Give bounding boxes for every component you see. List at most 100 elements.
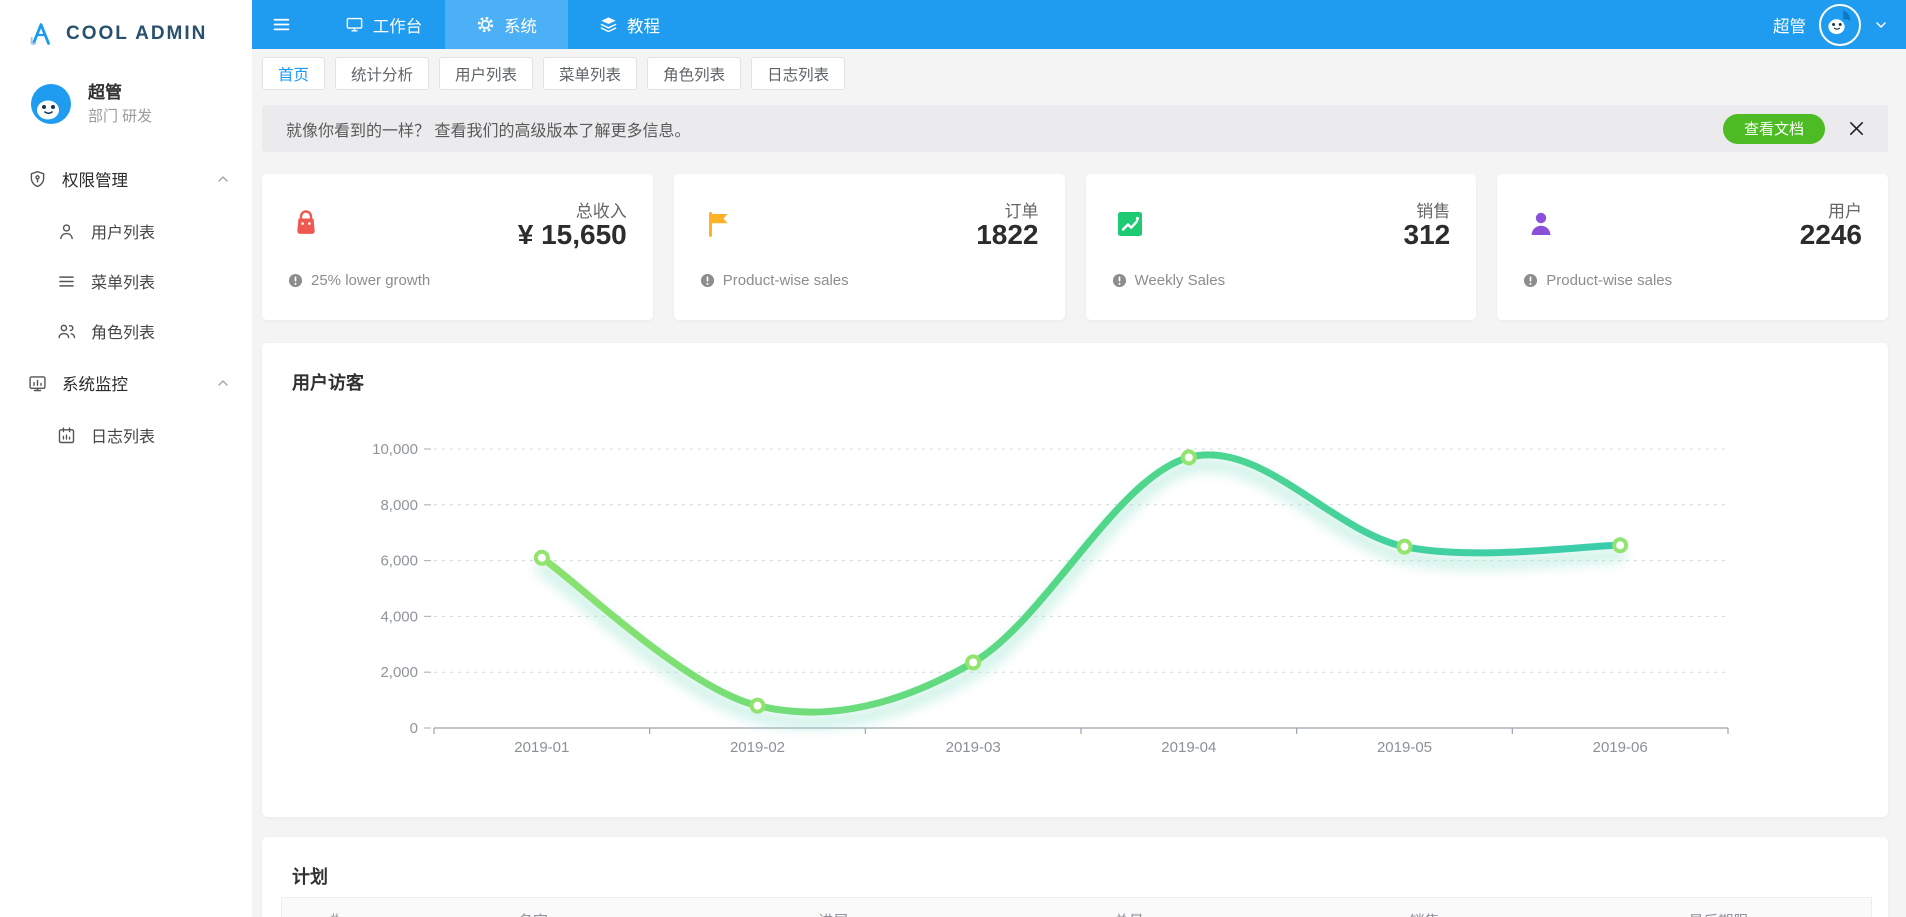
- plan-column-name: 名字: [518, 910, 548, 917]
- svg-text:2019-03: 2019-03: [946, 739, 1001, 756]
- layers-icon: [599, 15, 618, 34]
- chevron-up-icon: [216, 376, 230, 390]
- sidebar-group-permissions[interactable]: 权限管理: [0, 152, 252, 206]
- logo[interactable]: COOL ADMIN: [0, 0, 252, 54]
- view-docs-button[interactable]: 查看文档: [1722, 113, 1825, 144]
- svg-text:2019-02: 2019-02: [730, 739, 785, 756]
- page-tab-menu-list[interactable]: 菜单列表: [543, 57, 638, 90]
- sidebar-menu: 权限管理 用户列表 菜单列表 角色列表 系统监控 日志列表: [0, 152, 252, 460]
- svg-text:2019-05: 2019-05: [1377, 739, 1432, 756]
- stat-cards-row: 总收入 ¥ 15,650 25% lower growth 订单 1822 Pr…: [262, 174, 1888, 320]
- info-icon: [700, 273, 715, 288]
- logo-icon: [26, 19, 56, 49]
- sidebar-group-label: 权限管理: [62, 172, 128, 190]
- calendar-icon: [56, 425, 77, 446]
- notice-bar: 就像你看到的一样？ 查看我们的高级版本了解更多信息。 查看文档: [262, 105, 1888, 152]
- nav-tab-workbench[interactable]: 工作台: [322, 0, 445, 49]
- navbar-avatar[interactable]: [1819, 3, 1861, 46]
- sidebar-group-monitoring[interactable]: 系统监控: [0, 356, 252, 410]
- user-icon: [56, 221, 77, 242]
- shield-icon: [27, 169, 48, 190]
- svg-text:8,000: 8,000: [380, 497, 418, 514]
- svg-text:4,000: 4,000: [380, 608, 418, 625]
- top-navbar: 工作台 系统 教程 超管: [252, 0, 1906, 49]
- svg-text:2019-01: 2019-01: [514, 739, 569, 756]
- svg-text:2019-06: 2019-06: [1593, 739, 1648, 756]
- chart-title: 用户访客: [292, 373, 364, 393]
- sidebar-item-log-list[interactable]: 日志列表: [0, 410, 252, 460]
- plan-column-index: #: [330, 910, 338, 917]
- sidebar-item-label: 用户列表: [91, 225, 156, 242]
- stat-card-sales: 销售 312 Weekly Sales: [1085, 174, 1477, 320]
- stat-value: 312: [1403, 219, 1451, 250]
- page-tab-user-list[interactable]: 用户列表: [439, 57, 534, 90]
- monitor-icon: [345, 15, 364, 34]
- stat-value: 2246: [1799, 219, 1862, 250]
- stat-card-orders: 订单 1822 Product-wise sales: [673, 174, 1065, 320]
- menu-lines-icon: [56, 271, 77, 292]
- plan-column-deadline: 最后期限: [1688, 910, 1748, 917]
- info-icon: [1112, 273, 1127, 288]
- plan-title: 计划: [292, 867, 328, 887]
- user-department: 部门 研发: [88, 107, 153, 125]
- nav-tab-label: 教程: [627, 17, 660, 36]
- dashboard-page: COOL ADMIN 超管 部门 研发 权限管理 用户列表 菜单列表 角色列表 …: [0, 0, 1906, 917]
- monitor-chart-icon: [27, 373, 48, 394]
- stat-value: ¥ 15,650: [517, 219, 627, 250]
- nav-tab-label: 工作台: [372, 17, 423, 36]
- person-icon: [1523, 206, 1559, 242]
- visitors-chart-card: 用户访客 0 2,000 4,000 6,000 8,000 10,000 2019-01 2…: [262, 343, 1888, 817]
- svg-text:2,000: 2,000: [380, 664, 418, 681]
- navbar-username: 超管: [1773, 17, 1806, 36]
- line-chart: 0 2,000 4,000 6,000 8,000 10,000 2019-01 2019-0…: [262, 403, 1889, 803]
- page-tabs-bar: 首页 统计分析 用户列表 菜单列表 角色列表 日志列表: [262, 57, 1888, 90]
- nav-tab-system[interactable]: 系统: [445, 0, 568, 49]
- sidebar-item-label: 日志列表: [91, 429, 156, 446]
- page-tab-home[interactable]: 首页: [262, 57, 326, 90]
- navbar-tabs: 工作台 系统 教程: [322, 0, 691, 49]
- stat-footnote: Weekly Sales: [1112, 272, 1225, 289]
- trend-chart-icon: [1112, 206, 1148, 242]
- chevron-down-icon: [1874, 18, 1888, 32]
- svg-text:0: 0: [410, 720, 418, 737]
- user-name: 超管: [88, 83, 122, 102]
- close-icon[interactable]: [1847, 119, 1866, 138]
- main-content: 首页 统计分析 用户列表 菜单列表 角色列表 日志列表 就像你看到的一样？ 查看…: [252, 49, 1906, 917]
- sidebar: COOL ADMIN 超管 部门 研发 权限管理 用户列表 菜单列表 角色列表 …: [0, 0, 252, 917]
- svg-text:6,000: 6,000: [380, 553, 418, 570]
- stat-footnote: Product-wise sales: [1523, 272, 1672, 289]
- user-avatar: [28, 81, 74, 127]
- flag-icon: [700, 206, 736, 242]
- sidebar-item-menu-list[interactable]: 菜单列表: [0, 256, 252, 306]
- stat-card-revenue: 总收入 ¥ 15,650 25% lower growth: [262, 174, 653, 320]
- users-icon: [56, 321, 77, 342]
- chevron-up-icon: [216, 172, 230, 186]
- plan-column-progress: 进展: [818, 910, 848, 917]
- page-tab-role-list[interactable]: 角色列表: [647, 57, 742, 90]
- sidebar-user[interactable]: 超管 部门 研发: [0, 54, 252, 128]
- stat-footnote: Product-wise sales: [700, 272, 849, 289]
- plan-column-sales: 销售: [1409, 910, 1439, 917]
- svg-text:2019-04: 2019-04: [1161, 739, 1216, 756]
- plan-table-header: # 名字 进展 总量 销售 最后期限: [281, 897, 1872, 917]
- notice-text: 就像你看到的一样？ 查看我们的高级版本了解更多信息。: [286, 122, 691, 140]
- logo-text: COOL ADMIN: [66, 23, 208, 44]
- page-tab-log-list[interactable]: 日志列表: [751, 57, 846, 90]
- sidebar-item-role-list[interactable]: 角色列表: [0, 306, 252, 356]
- sidebar-item-label: 菜单列表: [91, 275, 156, 292]
- sidebar-item-label: 角色列表: [91, 325, 156, 342]
- stat-footnote: 25% lower growth: [288, 272, 430, 289]
- navbar-user-menu[interactable]: 超管: [1773, 3, 1906, 46]
- nav-tab-tutorial[interactable]: 教程: [568, 0, 691, 49]
- stat-value: 1822: [976, 219, 1039, 250]
- stat-card-users: 用户 2246 Product-wise sales: [1497, 174, 1888, 320]
- svg-text:10,000: 10,000: [372, 441, 418, 458]
- gear-icon: [476, 15, 495, 34]
- sidebar-item-user-list[interactable]: 用户列表: [0, 206, 252, 256]
- info-icon: [288, 273, 303, 288]
- hamburger-menu-button[interactable]: [252, 0, 310, 49]
- info-icon: [1523, 273, 1538, 288]
- plan-card: 计划 # 名字 进展 总量 销售 最后期限: [262, 837, 1888, 917]
- page-tab-statistics[interactable]: 统计分析: [335, 57, 430, 90]
- plan-column-total: 总量: [1114, 910, 1144, 917]
